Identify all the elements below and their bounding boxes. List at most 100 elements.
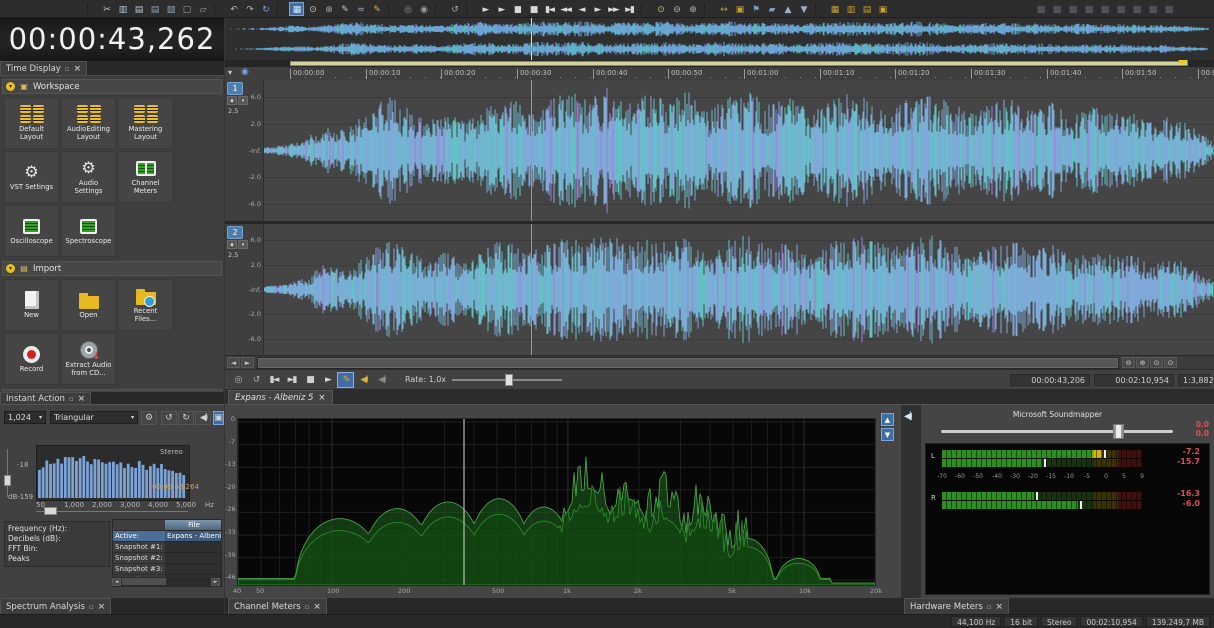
auto-refresh-button[interactable]: ↻ xyxy=(178,411,194,425)
go-to-start-icon[interactable]: ▮◄ xyxy=(265,372,282,388)
slider-thumb[interactable] xyxy=(44,507,57,515)
delete-icon[interactable]: ▢ xyxy=(179,2,194,16)
import-item-recent-files[interactable]: Recent Files... xyxy=(118,279,173,331)
repeat-icon[interactable]: ↻ xyxy=(258,2,273,16)
close-icon[interactable]: × xyxy=(98,602,106,612)
go-to-end-icon[interactable]: ►▮ xyxy=(622,2,637,16)
rate-slider[interactable] xyxy=(452,373,563,387)
table-row[interactable]: Snapshot #2: xyxy=(113,553,221,564)
auto-ripple-icon[interactable]: ↔ xyxy=(716,2,731,16)
waveform-display-icon[interactable]: ▦ xyxy=(288,1,304,16)
scroll-thumb[interactable] xyxy=(122,578,166,585)
properties-icon[interactable]: ◎ xyxy=(400,2,415,16)
pause-icon[interactable]: ▮▮ xyxy=(510,2,525,16)
spectrum-vertical-slider[interactable] xyxy=(4,449,11,497)
magnify-selection-icon[interactable]: ⊕ xyxy=(321,2,336,16)
fx-preset-8-icon[interactable]: ▩ xyxy=(1145,2,1160,16)
sync-icon[interactable]: ◉ xyxy=(241,67,249,77)
close-icon[interactable]: × xyxy=(313,602,321,612)
open-file-icon[interactable] xyxy=(20,2,35,16)
save-file-icon[interactable] xyxy=(36,2,51,16)
step-back-icon[interactable]: ◄ xyxy=(574,2,589,16)
restore-icon[interactable]: ▫ xyxy=(305,603,310,611)
lock-button[interactable]: ▣ xyxy=(213,411,224,425)
fx-preset-3-icon[interactable]: ▩ xyxy=(1065,2,1080,16)
import-item-new[interactable]: New xyxy=(4,279,59,331)
slider-thumb[interactable] xyxy=(1113,424,1124,439)
zoom-tool-icon[interactable]: ⊙ xyxy=(305,2,320,16)
time-ruler[interactable]: 00:00:00 00:00:10 00:00:20 00:00:30 00:00:40… xyxy=(225,67,1214,81)
restore-icon[interactable]: ▫ xyxy=(69,395,74,403)
plugin-chain-icon[interactable]: ◉ xyxy=(416,2,431,16)
paste-icon[interactable]: ▤ xyxy=(131,2,146,16)
new-file-icon[interactable] xyxy=(4,2,19,16)
trim-icon[interactable]: ▱ xyxy=(195,2,210,16)
output-gain-slider[interactable] xyxy=(941,424,1173,439)
fx-preset-4-icon[interactable]: ▩ xyxy=(1081,2,1096,16)
paste-mix-icon[interactable]: ▧ xyxy=(163,2,178,16)
play-all-icon[interactable]: ► xyxy=(478,2,493,16)
rewind-icon[interactable]: ◄◄ xyxy=(558,2,573,16)
grid-c-icon[interactable]: ▤ xyxy=(859,2,874,16)
waveform-overview[interactable] xyxy=(225,18,1214,61)
loop-region-bar[interactable] xyxy=(225,60,1214,67)
collapse-arrow-icon[interactable]: ▾ xyxy=(6,82,15,91)
horizontal-scrollbar[interactable] xyxy=(257,356,1119,369)
settings-gear-button[interactable]: ⚙ xyxy=(141,411,157,425)
grid-b-icon[interactable]: ▥ xyxy=(843,2,858,16)
restore-icon[interactable]: ▫ xyxy=(65,65,70,73)
save-all-icon[interactable] xyxy=(68,2,83,16)
fx-preset-6-icon[interactable]: ▩ xyxy=(1113,2,1128,16)
zoom-in-time-icon[interactable]: ⊕ xyxy=(1136,357,1149,368)
stop-icon[interactable]: ■ xyxy=(301,372,318,388)
tab-spectrum-analysis[interactable]: Spectrum Analysis ▫ × xyxy=(0,598,112,614)
snapshot-table-scrollbar[interactable]: ◄ ► xyxy=(112,577,220,586)
monitor-mute-icon[interactable]: ◀) xyxy=(373,372,390,388)
region-icon[interactable]: ▰ xyxy=(764,2,779,16)
window-type-select[interactable]: Triangular ▾ xyxy=(50,411,138,424)
fx-preset-2-icon[interactable]: ▩ xyxy=(1049,2,1064,16)
copy-icon[interactable]: ▥ xyxy=(115,2,130,16)
selection-up-icon[interactable]: ▲ xyxy=(780,2,795,16)
import-item-record[interactable]: Record xyxy=(4,333,59,385)
import-item-open[interactable]: Open xyxy=(61,279,116,331)
lock-event-icon[interactable]: ▣ xyxy=(732,2,747,16)
fft-size-select[interactable]: 1,024 ▾ xyxy=(4,411,46,424)
fx-preset-9-icon[interactable]: ▩ xyxy=(1161,2,1176,16)
close-icon[interactable]: × xyxy=(78,394,86,404)
workspace-item-audio-settings[interactable]: ⚙ Audio Settings xyxy=(61,151,116,203)
tab-channel-meters[interactable]: Channel Meters ▫ × xyxy=(228,598,327,614)
fx-preset-1-icon[interactable]: ▩ xyxy=(1033,2,1048,16)
paste-special-icon[interactable]: ▤ xyxy=(147,2,162,16)
workspace-item-mastering-layout[interactable]: Mastering Layout xyxy=(118,97,173,149)
table-row[interactable]: Snapshot #1: xyxy=(113,542,221,553)
section-workspace[interactable]: ▾ ▣ Workspace xyxy=(2,79,222,94)
grid-a-icon[interactable]: ▦ xyxy=(827,2,842,16)
document-tab[interactable]: Expans - Albeniz 5 × xyxy=(228,390,333,405)
table-row[interactable]: Active: Expans - Albeniz xyxy=(113,531,221,542)
zoom-out-icon[interactable]: ⊖ xyxy=(669,2,684,16)
waveform-display-2[interactable] xyxy=(264,224,1214,355)
waveform-display-1[interactable] xyxy=(264,80,1214,221)
refresh-button[interactable]: ↺ xyxy=(161,411,177,425)
fast-forward-icon[interactable]: ►► xyxy=(606,2,621,16)
workspace-item-vst-settings[interactable]: ⚙ VST Settings xyxy=(4,151,59,203)
envelope-tool-icon[interactable]: ≈ xyxy=(353,2,368,16)
section-import[interactable]: ▾ ▤ Import xyxy=(2,261,222,276)
go-to-end-icon[interactable]: ►▮ xyxy=(283,372,300,388)
table-row[interactable]: Snapshot #3: xyxy=(113,564,221,575)
restore-icon[interactable]: ▫ xyxy=(89,603,94,611)
close-icon[interactable]: × xyxy=(74,64,82,74)
tab-hardware-meters[interactable]: Hardware Meters ▫ × xyxy=(904,598,1010,614)
meter-mode-down-button[interactable]: ▼ xyxy=(881,428,894,441)
marker-icon[interactable]: ⚑ xyxy=(748,2,763,16)
selection-down-icon[interactable]: ▼ xyxy=(796,2,811,16)
play-icon[interactable]: ► xyxy=(319,372,336,388)
loop-playback-icon[interactable]: ↺ xyxy=(247,372,264,388)
zoom-selection-icon[interactable]: ⊙ xyxy=(1150,357,1163,368)
scroll-left-icon[interactable]: ◄ xyxy=(227,357,240,368)
zoom-selection-icon[interactable]: ⊙ xyxy=(653,2,668,16)
slider-thumb[interactable] xyxy=(4,475,11,486)
meter-mode-up-button[interactable]: ▲ xyxy=(881,413,894,426)
stop-icon[interactable]: ■ xyxy=(526,2,541,16)
